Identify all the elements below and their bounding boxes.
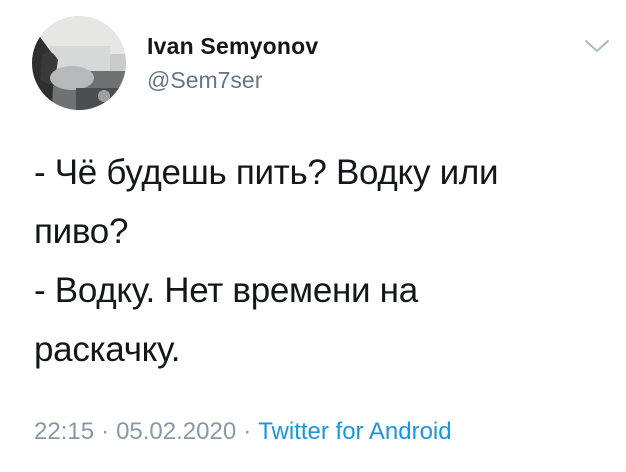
tweet-source-link[interactable]: Twitter for Android [258,418,451,445]
avatar[interactable] [32,16,126,110]
tweet-date[interactable]: 05.02.2020 [116,418,236,445]
tweet-text: - Чё будешь пить? Водку или пиво? - Водк… [34,143,594,379]
author-display-name[interactable]: Ivan Semyonov [147,33,318,60]
meta-separator: · [243,418,252,445]
author-handle[interactable]: @Sem7ser [147,67,262,94]
tweet-card: Ivan Semyonov @Sem7ser - Чё будешь пить?… [0,0,626,472]
chevron-down-icon[interactable] [584,36,610,56]
tweet-text-line: пиво? [34,212,129,251]
avatar-photo-icon [32,16,126,110]
tweet-time[interactable]: 22:15 [34,418,94,445]
meta-separator: · [101,418,110,445]
tweet-text-line: раскачку. [34,330,181,369]
tweet-text-line: - Водку. Нет времени на [34,271,418,310]
tweet-meta: 22:15 · 05.02.2020 · Twitter for Android [34,418,452,446]
tweet-text-line: - Чё будешь пить? Водку или [34,153,499,192]
